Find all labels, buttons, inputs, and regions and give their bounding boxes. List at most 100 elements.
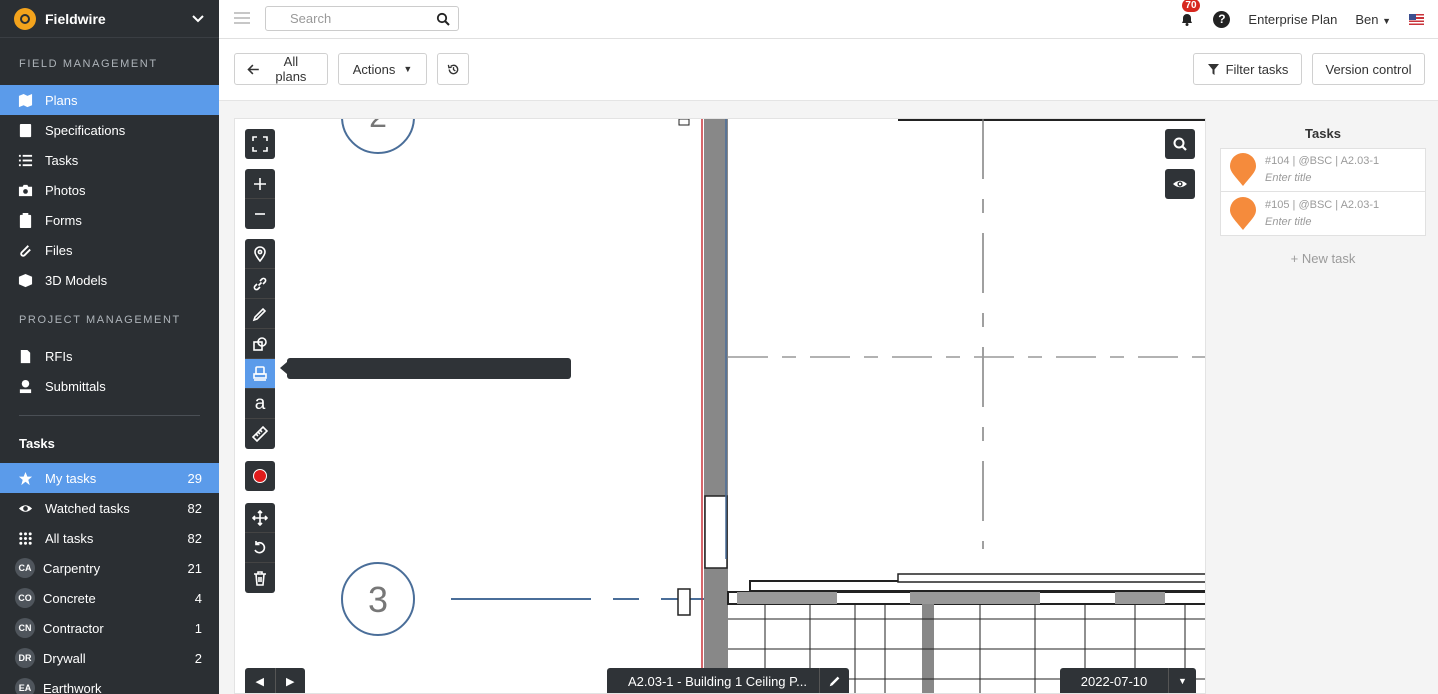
sidebar-item-label: Specifications [45, 122, 126, 138]
sidebar-item-label: Watched tasks [45, 500, 130, 516]
minus-icon [255, 213, 265, 215]
sidebar-item-tasks[interactable]: Tasks [0, 145, 219, 175]
zoom-out-button[interactable] [245, 199, 275, 229]
task-count: 2 [194, 650, 202, 666]
sidebar-item-label: RFIs [45, 348, 73, 364]
sidebar-item-label: Contractor [43, 620, 104, 636]
previous-sheet-button[interactable]: ◀ [245, 668, 276, 693]
sidebar-item-earthwork[interactable]: EA Earthwork [0, 673, 219, 694]
all-plans-label: All plans [275, 54, 307, 84]
zoom-in-button[interactable] [245, 169, 275, 199]
sidebar-item-rfis[interactable]: RFIs [0, 341, 219, 371]
sheet-name-bar[interactable]: A2.03-1 - Building 1 Ceiling P... [607, 668, 849, 693]
bell-icon [1182, 14, 1193, 26]
markup-tools-group: a [245, 239, 275, 449]
search-plan-button[interactable] [1165, 129, 1195, 159]
filter-tasks-button[interactable]: Filter tasks [1193, 53, 1302, 85]
sidebar-item-specifications[interactable]: Specifications [0, 115, 219, 145]
visibility-button[interactable] [1165, 169, 1195, 199]
task-meta: #104 | @BSC | A2.03-1 [1265, 155, 1380, 167]
new-task-button[interactable]: + New task [1220, 251, 1426, 266]
actions-dropdown[interactable]: Actions ▼ [338, 53, 427, 85]
section-label-project-management: PROJECT MANAGEMENT [19, 314, 181, 326]
category-avatar: EA [15, 678, 35, 694]
caret-down-icon: ▼ [1168, 668, 1196, 693]
task-card[interactable]: #105 | @BSC | A2.03-1 Enter title [1220, 192, 1426, 236]
sidebar-item-all-tasks[interactable]: All tasks 82 [0, 523, 219, 553]
task-pin-icon [1230, 153, 1256, 186]
move-icon [252, 509, 268, 526]
project-switcher[interactable]: Fieldwire [0, 0, 219, 38]
text-tool[interactable]: a [245, 389, 275, 419]
cube-icon [17, 272, 33, 288]
document-icon [17, 348, 33, 364]
version-control-button[interactable]: Version control [1312, 53, 1425, 85]
search-icon[interactable] [436, 12, 450, 26]
task-count: 82 [187, 500, 202, 516]
task-count: 29 [187, 470, 202, 486]
task-title-input[interactable]: Enter title [1265, 170, 1379, 187]
plus-icon [254, 177, 266, 190]
sheet-date: 2022-07-10 [1080, 673, 1148, 689]
sidebar-item-photos[interactable]: Photos [0, 175, 219, 205]
hamburger-menu-icon[interactable] [234, 12, 250, 24]
pencil-icon[interactable] [819, 668, 849, 693]
sidebar-item-drywall[interactable]: DR Drywall 2 [0, 643, 219, 673]
search-icon [1173, 137, 1187, 151]
task-card[interactable]: #104 | @BSC | A2.03-1 Enter title [1220, 148, 1426, 192]
stamp-tool[interactable] [245, 359, 275, 389]
shapes-tool[interactable] [245, 329, 275, 359]
fieldwire-logo-icon [14, 7, 36, 30]
sidebar-item-label: Carpentry [43, 560, 101, 576]
hyperlink-tool[interactable] [245, 269, 275, 299]
red-color-swatch [253, 469, 267, 483]
fullscreen-button[interactable] [245, 129, 275, 159]
star-icon [17, 470, 33, 486]
help-icon[interactable]: ? [1213, 10, 1231, 28]
caret-down-icon: ▼ [403, 64, 413, 74]
sidebar-item-plans[interactable]: Plans [0, 85, 219, 115]
color-picker-button[interactable] [245, 461, 275, 491]
tasks-icon [17, 152, 33, 168]
chevron-down-icon[interactable] [191, 12, 205, 26]
search-input[interactable]: Search [265, 6, 459, 31]
trash-icon [254, 571, 266, 586]
sidebar-item-carpentry[interactable]: CA Carpentry 21 [0, 553, 219, 583]
plan-viewer-area: 2 3 [219, 101, 1438, 694]
move-tool[interactable] [245, 503, 275, 533]
sidebar-item-concrete[interactable]: CO Concrete 4 [0, 583, 219, 613]
sidebar-item-forms[interactable]: Forms [0, 205, 219, 235]
grid-label-2: 2 [369, 119, 387, 134]
history-button[interactable] [437, 53, 469, 85]
sidebar-item-submittals[interactable]: Submittals [0, 371, 219, 401]
filter-icon [1207, 63, 1219, 75]
sidebar-item-files[interactable]: Files [0, 235, 219, 265]
user-menu[interactable]: Ben ▼ [1355, 12, 1391, 27]
edit-tools-group [245, 503, 275, 593]
plan-canvas[interactable]: 2 3 [234, 118, 1206, 694]
sidebar-item-3d-models[interactable]: 3D Models [0, 265, 219, 295]
clipboard-icon [17, 212, 33, 228]
notifications-button[interactable]: 70 [1179, 0, 1200, 27]
task-meta: #105 | @BSC | A2.03-1 [1265, 198, 1380, 211]
sheet-version-dropdown[interactable]: 2022-07-10 ▼ [1060, 668, 1196, 693]
search-placeholder: Search [290, 11, 332, 26]
enterprise-plan-link[interactable]: Enterprise Plan [1248, 12, 1337, 27]
next-sheet-button[interactable]: ▶ [276, 668, 306, 693]
sidebar-item-label: Tasks [45, 152, 79, 168]
pen-tool[interactable] [245, 299, 275, 329]
delete-button[interactable] [245, 563, 275, 593]
us-flag-icon[interactable] [1409, 13, 1424, 25]
all-plans-button[interactable]: All plans [234, 53, 328, 85]
fullscreen-icon [252, 136, 268, 152]
version-control-label: Version control [1325, 61, 1412, 77]
sidebar-item-my-tasks[interactable]: My tasks 29 [0, 463, 219, 493]
task-pin-tool[interactable] [245, 239, 275, 269]
undo-icon [254, 540, 266, 553]
sidebar-item-contractor[interactable]: CN Contractor 1 [0, 613, 219, 643]
measure-tool[interactable] [245, 419, 275, 449]
task-title-input[interactable]: Enter title [1265, 214, 1379, 231]
sidebar-item-watched-tasks[interactable]: Watched tasks 82 [0, 493, 219, 523]
undo-button[interactable] [245, 533, 275, 563]
sidebar-item-label: Files [45, 242, 73, 258]
